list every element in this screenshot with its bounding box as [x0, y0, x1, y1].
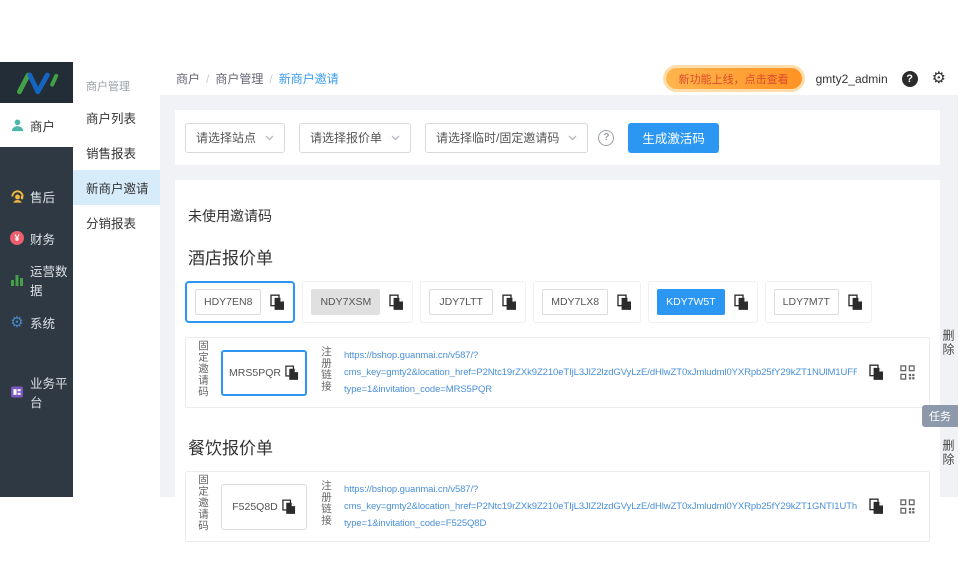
copy-icon[interactable] [270, 294, 285, 311]
food-quote-title: 餐饮报价单 [188, 439, 273, 458]
logo[interactable] [0, 62, 73, 103]
submenu-item-merchant-list[interactable]: 商户列表 [73, 100, 160, 135]
submenu-item-sales-report[interactable]: 销售报表 [73, 135, 160, 170]
chevron-down-icon [265, 135, 274, 140]
register-link-url[interactable]: https://bshop.guanmai.cn/v587/? cms_key=… [344, 481, 857, 532]
bar-chart-icon [9, 272, 25, 288]
breadcrumb-separator: / [206, 71, 210, 86]
invite-code-chip[interactable]: MDY7LX8 [533, 281, 642, 323]
qr-code-icon[interactable] [900, 365, 915, 380]
site-select-placeholder: 请选择站点 [196, 131, 257, 145]
generate-activation-button[interactable]: 生成激活码 [628, 122, 719, 153]
site-select[interactable]: 请选择站点 [185, 122, 286, 153]
invite-code[interactable]: HDY7EN8 [195, 289, 262, 315]
fixed-invite-code-box[interactable]: MRS5PQR [221, 349, 307, 396]
invite-code[interactable]: JDY7LTT [429, 289, 494, 315]
copy-icon[interactable] [848, 294, 863, 311]
sidebar-item-label: 售后 [30, 190, 56, 205]
topbar-right: 新功能上线，点击查看 gmty2_admin ? ⚙ [665, 68, 946, 89]
platform-icon [9, 384, 25, 400]
invite-code[interactable]: NDY7XSM [311, 289, 381, 315]
username[interactable]: gmty2_admin [816, 72, 888, 86]
copy-icon[interactable] [869, 364, 884, 381]
sidebar-item-merchant[interactable]: 商户 [0, 103, 73, 147]
sidebar-item-label: 财务 [30, 232, 56, 247]
hotel-chip-row: HDY7EN8 NDY7XSM JDY7LTT MDY7LX8 KDY7W5T [185, 281, 930, 323]
copy-icon[interactable] [389, 294, 404, 311]
copy-icon[interactable] [733, 294, 749, 311]
filter-bar: 请选择站点 请选择报价单 请选择临时/固定邀请码 ? 生成激活码 [175, 110, 940, 165]
secondary-sidebar: 商户管理 商户列表 销售报表 新商户邀请 分销报表 [73, 62, 160, 497]
fixed-invite-label: 固定邀请码 [197, 473, 209, 532]
copy-icon[interactable] [617, 294, 632, 311]
topbar: 商户 / 商户管理 / 新商户邀请 新功能上线，点击查看 gmty2_admin… [160, 62, 958, 95]
copy-icon[interactable] [282, 499, 296, 515]
submenu-item-new-merchant-invite[interactable]: 新商户邀请 [73, 170, 160, 205]
register-link-label: 注册链接 [320, 479, 332, 526]
guanmai-logo-icon [16, 72, 58, 94]
invite-codes-card: 未使用邀请码 酒店报价单 HDY7EN8 NDY7XSM JDY7LTT MDY… [175, 180, 940, 558]
new-feature-badge[interactable]: 新功能上线，点击查看 [665, 68, 802, 89]
invite-code-chip[interactable]: KDY7W5T [648, 281, 758, 323]
row-actions [869, 498, 919, 515]
register-link-url[interactable]: https://bshop.guanmai.cn/v587/? cms_key=… [344, 347, 857, 398]
copy-icon[interactable] [285, 365, 299, 381]
fixed-invite-code-box[interactable]: F525Q8D [221, 483, 307, 530]
filter-help-icon[interactable]: ? [598, 129, 615, 146]
task-tab[interactable]: 任务 [922, 405, 958, 427]
invite-code-chip[interactable]: LDY7M7T [764, 281, 872, 323]
sidebar-item-finance[interactable]: ¥ 财务 [0, 217, 73, 259]
quote-select[interactable]: 请选择报价单 [299, 122, 412, 153]
yen-circle-icon: ¥ [9, 230, 25, 246]
invite-type-placeholder: 请选择临时/固定邀请码 [436, 131, 560, 145]
gear-icon: ⚙ [10, 313, 24, 331]
invite-type-select[interactable]: 请选择临时/固定邀请码 [425, 122, 589, 153]
merchant-person-icon [9, 117, 25, 133]
sidebar-item-label: 商户 [30, 119, 56, 134]
sidebar-item-business-platform[interactable]: 业务平台 [0, 371, 73, 413]
food-fixed-invite-row: 固定邀请码 F525Q8D 注册链接 https://bshop.guanmai… [185, 471, 930, 542]
row-actions [869, 364, 919, 381]
quote-select-placeholder: 请选择报价单 [310, 131, 383, 145]
sidebar-item-label: 运营数据 [30, 265, 68, 298]
copy-icon[interactable] [502, 294, 517, 311]
fixed-invite-label: 固定邀请码 [197, 339, 209, 398]
app-frame: 商户 售后 ¥ 财务 运营数据 ⚙ 系统 业务平台 商户管理 商户列表 销售报表… [0, 62, 958, 558]
invite-code: F525Q8D [232, 500, 278, 513]
sidebar-item-analytics[interactable]: 运营数据 [0, 259, 73, 301]
breadcrumb-merchant[interactable]: 商户 [176, 70, 200, 87]
invite-code-chip[interactable]: NDY7XSM [302, 281, 414, 323]
sidebar-item-system[interactable]: ⚙ 系统 [0, 301, 73, 343]
unused-codes-title: 未使用邀请码 [188, 208, 272, 224]
invite-code[interactable]: KDY7W5T [657, 289, 725, 315]
hotel-quote-title: 酒店报价单 [188, 249, 273, 268]
qr-code-icon[interactable] [900, 499, 915, 514]
invite-code[interactable]: LDY7M7T [773, 289, 839, 315]
help-icon[interactable]: ? [901, 70, 918, 87]
invite-code-chip[interactable]: JDY7LTT [420, 281, 527, 323]
chevron-down-icon [391, 135, 400, 140]
sidebar-item-aftersale[interactable]: 售后 [0, 175, 73, 217]
copy-icon[interactable] [869, 498, 884, 515]
register-link-label: 注册链接 [320, 345, 332, 392]
submenu-header: 商户管理 [86, 81, 130, 93]
sidebar-item-label: 业务平台 [30, 377, 68, 410]
headset-icon [9, 188, 25, 204]
invite-code-chip[interactable]: HDY7EN8 [185, 281, 296, 323]
sidebar-item-label: 系统 [30, 316, 56, 331]
settings-gear-icon[interactable]: ⚙ [932, 70, 946, 87]
invite-code: MRS5PQR [229, 366, 281, 379]
breadcrumb-merchant-management[interactable]: 商户管理 [215, 70, 263, 87]
invite-code[interactable]: MDY7LX8 [542, 289, 609, 315]
chevron-down-icon [568, 135, 577, 140]
breadcrumb-new-merchant-invite: 新商户邀请 [278, 72, 339, 86]
hotel-fixed-invite-row: 固定邀请码 MRS5PQR 注册链接 https://bshop.guanmai… [185, 337, 930, 408]
breadcrumb: 商户 / 商户管理 / 新商户邀请 [176, 70, 339, 87]
submenu-item-distribution-report[interactable]: 分销报表 [73, 205, 160, 240]
content-area: 请选择站点 请选择报价单 请选择临时/固定邀请码 ? 生成激活码 未使用邀请码 … [160, 95, 958, 558]
delete-hotel-code-button[interactable]: 删除 [941, 329, 955, 357]
delete-food-code-button[interactable]: 删除 [941, 439, 955, 467]
primary-sidebar: 商户 售后 ¥ 财务 运营数据 ⚙ 系统 业务平台 [0, 62, 73, 497]
breadcrumb-separator: / [269, 71, 273, 86]
